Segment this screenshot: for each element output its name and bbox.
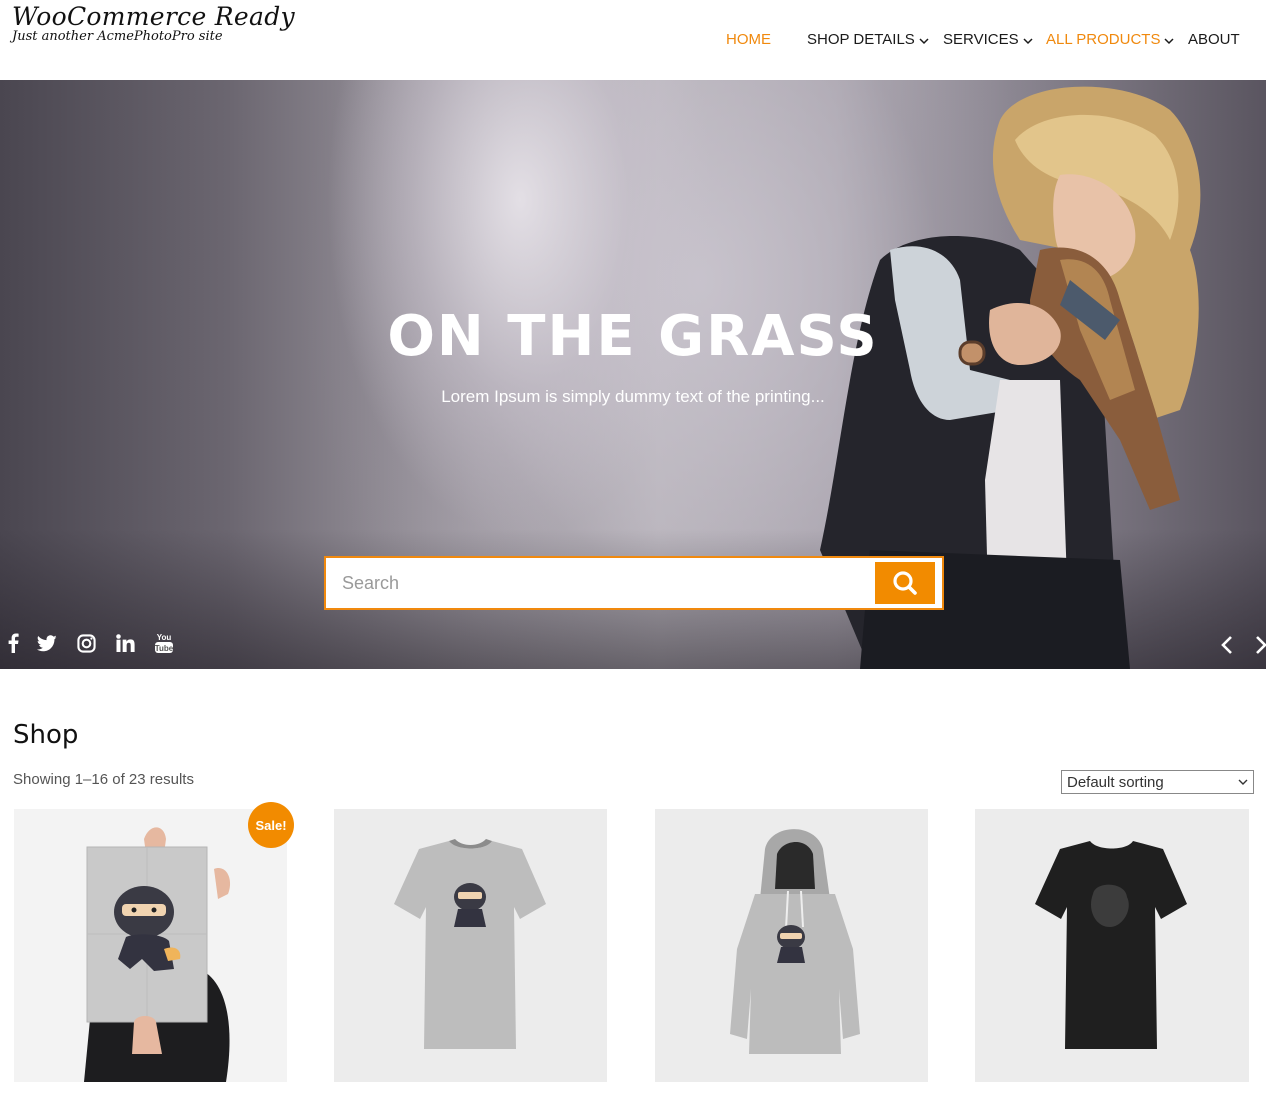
nav-item-services[interactable]: SERVICES [943, 31, 1033, 48]
nav-item-label: HOME [726, 31, 771, 48]
site-header: WooCommerce Ready Just another AcmePhoto… [0, 0, 1266, 80]
nav-item-shop-details[interactable]: SHOP DETAILS [807, 31, 929, 48]
product-card[interactable] [14, 809, 287, 1082]
slider-prev-icon[interactable] [1218, 634, 1236, 656]
hero-slider: ON THE GRASS Lorem Ipsum is simply dummy… [0, 80, 1266, 669]
shop-title: Shop [13, 720, 79, 750]
product-image-black-tshirt [975, 809, 1249, 1082]
hero-subtitle: Lorem Ipsum is simply dummy text of the … [441, 387, 825, 406]
sale-badge: Sale! [248, 802, 294, 848]
chevron-down-icon [1023, 38, 1033, 45]
nav-item-label: ABOUT [1188, 31, 1240, 48]
twitter-icon[interactable] [36, 632, 58, 654]
product-card[interactable] [655, 809, 928, 1082]
search-button[interactable] [875, 562, 935, 604]
chevron-down-icon [1164, 38, 1175, 45]
product-image-grey-ninja-tshirt [334, 809, 607, 1082]
chevron-down-icon [1238, 779, 1248, 785]
facebook-icon[interactable] [2, 632, 24, 654]
product-image-grey-ninja-hoodie [655, 809, 928, 1082]
hero-title: ON THE GRASS [387, 304, 879, 369]
instagram-icon[interactable] [75, 632, 97, 654]
product-image-ninja-poster [14, 809, 287, 1082]
result-count: Showing 1–16 of 23 results [13, 771, 194, 788]
site-logo[interactable]: WooCommerce Ready Just another AcmePhoto… [12, 2, 295, 44]
search-input[interactable] [326, 558, 866, 608]
hero-search-form [324, 556, 944, 610]
sort-select-value: Default sorting [1067, 773, 1164, 791]
nav-item-all-products[interactable]: ALL PRODUCTS [1046, 31, 1175, 48]
nav-item-label: ALL PRODUCTS [1046, 31, 1161, 48]
nav-item-label: SERVICES [943, 31, 1019, 48]
site-tagline: Just another AcmePhotoPro site [12, 29, 223, 44]
slider-next-icon[interactable] [1252, 634, 1266, 656]
site-title[interactable]: WooCommerce Ready [12, 2, 295, 32]
search-icon [893, 571, 917, 595]
sort-select[interactable]: Default sorting [1061, 770, 1254, 794]
svg-text:Tube: Tube [155, 644, 174, 653]
chevron-down-icon [919, 38, 929, 45]
nav-item-label: SHOP DETAILS [807, 31, 915, 48]
nav-item-home[interactable]: HOME [726, 31, 771, 48]
svg-text:You: You [157, 633, 172, 642]
product-card[interactable] [334, 809, 607, 1082]
youtube-icon[interactable]: You Tube [153, 632, 175, 654]
nav-item-about[interactable]: ABOUT [1188, 31, 1240, 48]
product-card[interactable] [975, 809, 1249, 1082]
linkedin-icon[interactable] [114, 632, 136, 654]
